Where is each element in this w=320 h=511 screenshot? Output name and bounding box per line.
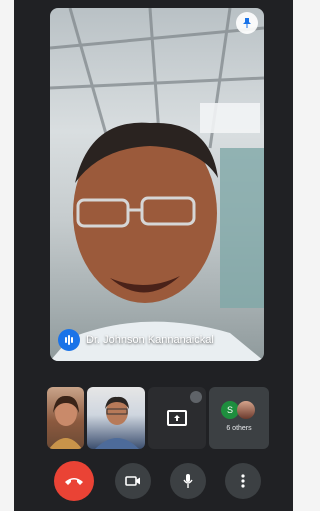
- active-speaker-name: Dr. Johnson Kannanaickal: [86, 334, 214, 346]
- avatar: [237, 401, 255, 419]
- others-tile[interactable]: S 6 others: [209, 387, 269, 449]
- pin-icon: [243, 18, 251, 28]
- more-vert-icon: [241, 474, 245, 488]
- mic-button[interactable]: [170, 463, 206, 499]
- main-video-tile[interactable]: Dr. Johnson Kannanaickal: [50, 8, 264, 361]
- mic-icon: [183, 474, 193, 488]
- participant-video: [49, 395, 82, 449]
- more-options-button[interactable]: [225, 463, 261, 499]
- meeting-screen: Dr. Johnson Kannanaickal S 6 others: [14, 0, 293, 511]
- call-controls: [14, 461, 293, 502]
- participant-strip: S 6 others: [47, 387, 277, 449]
- others-count-label: 6 others: [226, 425, 252, 432]
- end-call-button[interactable]: [54, 461, 94, 501]
- call-end-icon: [65, 478, 83, 485]
- speaker-label: Dr. Johnson Kannanaickal: [58, 329, 214, 351]
- speaker-video: [50, 8, 264, 361]
- audio-wave-icon: [58, 329, 80, 351]
- participant-tile[interactable]: [47, 387, 84, 449]
- participant-tile[interactable]: [87, 387, 145, 449]
- others-avatars: S: [219, 401, 259, 421]
- present-screen-icon: [167, 410, 187, 426]
- videocam-icon: [125, 476, 140, 486]
- presentation-tile[interactable]: [148, 387, 206, 449]
- more-dot-icon: [190, 391, 202, 403]
- pin-button[interactable]: [236, 12, 258, 34]
- camera-button[interactable]: [115, 463, 151, 499]
- participant-video: [95, 396, 139, 449]
